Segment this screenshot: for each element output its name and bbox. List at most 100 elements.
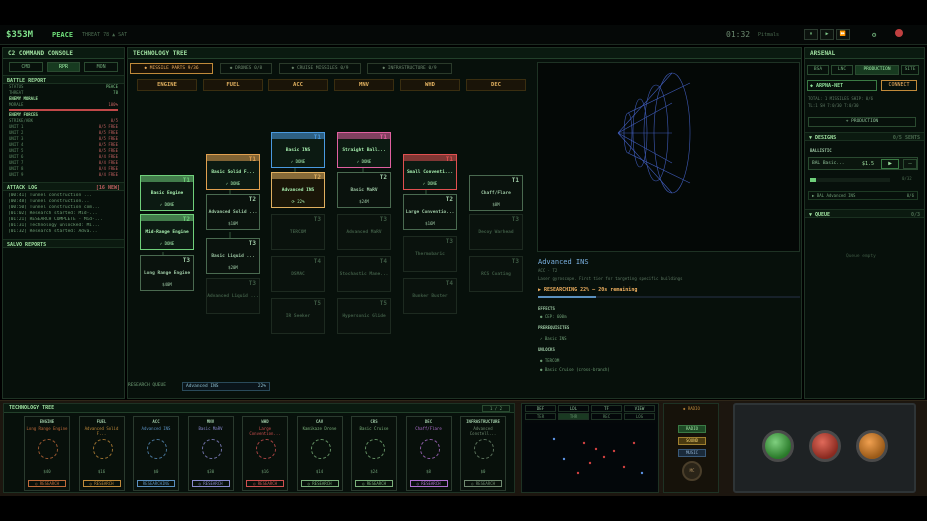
card-research-button[interactable]: ◎ RESEARCH <box>191 480 230 487</box>
tech-status: ✓ DONE <box>159 241 175 246</box>
force-name: UNIT 9 <box>9 172 24 177</box>
tech-tier: T3 <box>248 280 256 287</box>
tech-node[interactable]: T2 Large Conventio... $16M <box>403 194 457 230</box>
settings-icon[interactable]: ⚙ <box>872 31 876 39</box>
attack-log-list: [00:41] Tunnel construction ... [00:48] T… <box>3 191 124 235</box>
tech-node[interactable]: T2 Basic MaRV $24M <box>337 172 391 208</box>
cat-missile-parts[interactable]: ◆ MISSILE PARTS 9/36 <box>130 63 213 74</box>
tech-name: Thermobaric <box>415 252 445 257</box>
card-research-button[interactable]: RESEARCHING <box>137 480 175 487</box>
arsenal-tab-lnc[interactable]: LNC <box>831 65 853 75</box>
card-research-button[interactable]: ◎ RESEARCH <box>28 480 66 487</box>
card-research-button[interactable]: ◎ RESEARCH <box>409 480 448 487</box>
tech-node[interactable]: T1 Small Conventi... ✓ DONE <box>403 154 457 190</box>
attack-log-header[interactable]: ATTACK LOG [16 NEW] <box>3 182 124 191</box>
tech-node[interactable]: T3 Long Range Engine $40M <box>140 255 194 291</box>
tech-name: Advanced Solid ... <box>208 210 258 215</box>
tech-status: ✓ DONE <box>422 181 438 186</box>
map-tab-def[interactable]: DEF <box>525 405 556 412</box>
tab-rpr[interactable]: RPR <box>46 62 81 72</box>
tech-node[interactable]: T3 Basic Liquid ... $20M <box>206 238 260 274</box>
tech-card[interactable]: CRS Basic Cruise $24 ◎ RESEARCH <box>351 416 397 491</box>
queue-header[interactable]: ▼ QUEUE 0/3 <box>805 209 924 218</box>
radar-map[interactable] <box>524 423 656 491</box>
green-launch-button[interactable] <box>762 430 794 462</box>
tech-name: Mid-Range Engine <box>145 230 189 235</box>
tech-node[interactable]: T1 Basic Engine ✓ DONE <box>140 175 194 211</box>
tech-name: Advanced MaRV <box>346 230 382 235</box>
map-tab-ldl[interactable]: LDL <box>558 405 589 412</box>
tech-card[interactable]: FUEL Advanced Solid F... $16 ◎ RESEARCH <box>78 416 125 491</box>
sound-button[interactable]: SOUND <box>678 437 706 445</box>
volume-knob[interactable]: MC <box>682 461 702 481</box>
arsenal-tab-bsa[interactable]: BSA <box>807 65 829 75</box>
tech-card[interactable]: ACC Advanced INS $0 RESEARCHING <box>133 416 179 491</box>
tech-node[interactable]: T1 Basic INS ✓ DONE <box>271 132 325 168</box>
tech-node: T3 Thermobaric <box>403 236 457 272</box>
unlocks-item-1: ● TERCOM <box>540 358 560 363</box>
radio-button[interactable]: RADIO <box>678 425 706 433</box>
tech-node[interactable]: T2 Advanced INS ⟳ 22% <box>271 172 325 208</box>
map-tab-view[interactable]: VIEW <box>624 405 655 412</box>
card-research-button[interactable]: ◎ RESEARCH <box>464 480 502 487</box>
card-research-button[interactable]: ◎ RESEARCH <box>82 480 121 487</box>
map-subtab-thr[interactable]: THR <box>558 413 589 420</box>
pause-button[interactable]: ⏸ <box>804 29 818 40</box>
tab-mon[interactable]: MON <box>84 62 119 72</box>
cat-drones[interactable]: ◆ DRONES 0/8 <box>220 63 272 74</box>
buyer-selector[interactable]: ◆ ARPNA-NET <box>807 80 877 91</box>
map-subtab-ter[interactable]: TER <box>525 413 556 420</box>
tech-node[interactable]: T1 Straight Ball... ✓ DONE <box>337 132 391 168</box>
fast-forward-button[interactable]: ⏩ <box>836 29 850 40</box>
arsenal-tab-production[interactable]: PRODUCTION <box>855 65 899 75</box>
design-count: 0/32 <box>902 176 912 181</box>
design-row[interactable]: BAL Basic... $1.5 ▶ – <box>808 157 918 170</box>
bottom-pager[interactable]: 1 / 2 <box>482 405 510 412</box>
effects-item: ● CEP: 600m <box>540 314 567 319</box>
card-research-button[interactable]: ◎ RESEARCH <box>300 480 339 487</box>
tech-card[interactable]: CAV Kamikaze Drone $14 ◎ RESEARCH <box>296 416 343 491</box>
build-cancel-button[interactable]: – <box>903 159 917 169</box>
alert-dot <box>895 29 903 37</box>
play-button[interactable]: ▶ <box>820 29 834 40</box>
red-launch-button[interactable] <box>809 430 841 462</box>
tech-node[interactable]: T1 Chaff/Flare $8M <box>469 175 523 211</box>
music-button[interactable]: MUSIC <box>678 449 706 457</box>
tech-tier: T3 <box>445 238 453 245</box>
card-wireframe-icon <box>365 439 385 459</box>
card-tech-name: Advanced INS <box>141 426 171 431</box>
map-subtab-rec[interactable]: REC <box>591 413 622 420</box>
effects-heading: EFFECTS <box>538 306 555 311</box>
card-research-button[interactable]: ◎ RESEARCH <box>355 480 393 487</box>
cat-infrastructure[interactable]: ◆ INFRASTRUCTURE 0/9 <box>367 63 452 74</box>
tab-cmd[interactable]: CMD <box>9 62 43 72</box>
tech-tier: T4 <box>445 280 453 287</box>
tech-node[interactable]: T2 Mid-Range Engine ✓ DONE <box>140 214 194 250</box>
card-price: $16 <box>97 469 106 474</box>
tech-node[interactable]: T1 Basic Solid F... ✓ DONE <box>206 154 260 190</box>
tech-card[interactable]: INFRASTRUCTURE Advanced Constell... $0 ◎ RE… <box>460 416 506 491</box>
designs-header[interactable]: ▼ DESIGNS 0/5 SENTS <box>805 132 924 141</box>
build-play-button[interactable]: ▶ <box>881 159 899 169</box>
arsenal-tab-site[interactable]: SITE <box>901 65 919 75</box>
production-button[interactable]: + PRODUCTION <box>808 117 916 127</box>
salvo-reports-header[interactable]: SALVO REPORTS <box>3 239 124 248</box>
tech-node[interactable]: T2 Advanced Solid ... $10M <box>206 194 260 230</box>
connect-button[interactable]: CONNECT <box>881 80 917 91</box>
cat-cruise-missiles[interactable]: ◆ CRUISE MISSILES 0/9 <box>279 63 361 74</box>
tech-card[interactable]: MNV Basic MaRV $30 ◎ RESEARCH <box>187 416 234 491</box>
bottom-tech-title: TECHNOLOGY TREE <box>4 404 514 413</box>
tech-card[interactable]: DEC Chaff/Flare $8 ◎ RESEARCH <box>405 416 452 491</box>
card-research-button[interactable]: ◎ RESEARCH <box>246 480 284 487</box>
tech-tier: T4 <box>379 258 387 265</box>
battle-report-header[interactable]: BATTLE REPORT <box>3 75 124 84</box>
tech-card[interactable]: ENGINE Long Range Engine $40 ◎ RESEARCH <box>24 416 70 491</box>
tech-card[interactable]: WHD Large Convention... $16 ◎ RESEARCH <box>242 416 288 491</box>
research-queue-item[interactable]: Advanced INS 22% <box>182 382 270 391</box>
peace-status: PEACE <box>52 31 74 39</box>
unlocks-item-2: ● Basic Cruise (cross-branch) <box>540 367 610 372</box>
map-tab-tf[interactable]: TF <box>591 405 622 412</box>
map-subtab-log[interactable]: LOG <box>624 413 655 420</box>
research-line[interactable]: ▶ BAL Advanced INS 0/6 <box>808 191 918 200</box>
orange-launch-button[interactable] <box>856 430 888 462</box>
